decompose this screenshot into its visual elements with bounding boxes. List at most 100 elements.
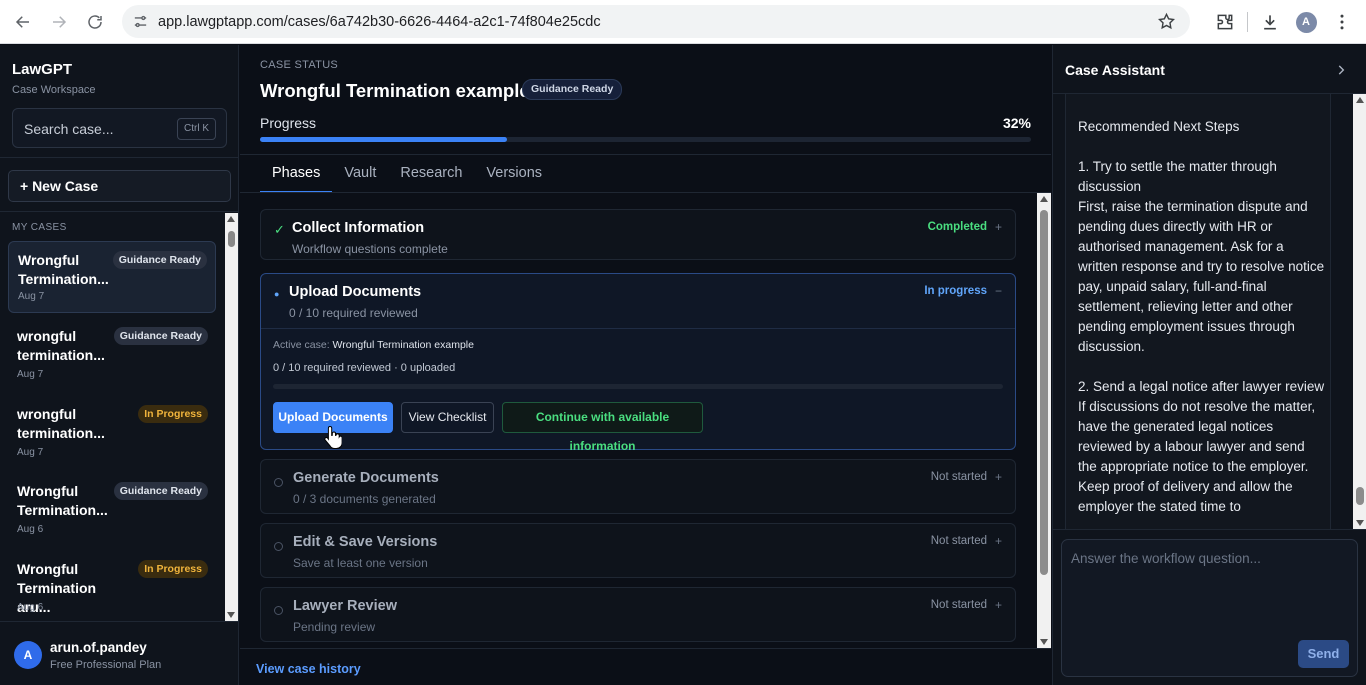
- phase-edit-save-versions[interactable]: Edit & Save Versions Save at least one v…: [260, 523, 1016, 578]
- profile-avatar: A: [1295, 11, 1317, 33]
- hand-cursor-icon: [324, 425, 342, 449]
- user-profile[interactable]: A arun.of.pandey Free Professional Plan: [0, 621, 238, 685]
- address-bar[interactable]: app.lawgptapp.com/cases/6a742b30-6626-44…: [122, 5, 1190, 38]
- progress-fill: [260, 137, 507, 142]
- case-status-badge: Guidance Ready: [112, 251, 207, 269]
- download-icon[interactable]: [1252, 4, 1288, 40]
- in-progress-dot-icon: ●: [274, 289, 280, 299]
- answer-input[interactable]: Answer the workflow question... Send: [1061, 539, 1358, 677]
- assistant-message: Recommended Next Steps 1. Try to settle …: [1078, 119, 1325, 514]
- case-list-scrollbar[interactable]: [225, 213, 238, 621]
- collapse-icon[interactable]: −: [995, 284, 1002, 298]
- phase-generate-documents[interactable]: Generate Documents 0 / 3 documents gener…: [260, 459, 1016, 514]
- case-item[interactable]: wrongful termination... Guidance Ready A…: [8, 318, 216, 390]
- case-item[interactable]: Wrongful Termination... Guidance Ready A…: [8, 241, 216, 313]
- tab-versions[interactable]: Versions: [474, 155, 554, 193]
- user-plan: Free Professional Plan: [50, 659, 162, 671]
- main-scrollbar[interactable]: [1037, 193, 1051, 648]
- phase-status: Not started: [930, 535, 987, 547]
- expand-icon[interactable]: +: [995, 470, 1002, 484]
- progress-percent: 32%: [1002, 115, 1031, 131]
- tab-bar: Phases Vault Research Versions: [260, 155, 554, 193]
- phase-list: ✓ Collect Information Workflow questions…: [240, 193, 1038, 648]
- extensions-icon[interactable]: [1207, 4, 1243, 40]
- menu-kebab-icon[interactable]: [1324, 4, 1360, 40]
- phase-upload-documents[interactable]: ● Upload Documents 0 / 10 required revie…: [260, 273, 1016, 453]
- case-date: Aug 7: [18, 291, 45, 302]
- search-shortcut-hint: Ctrl K: [177, 118, 216, 140]
- active-case-name: Wrongful Termination example: [332, 339, 474, 351]
- bookmark-star-icon[interactable]: [1157, 12, 1176, 31]
- main-panel: CASE STATUS Wrongful Termination example…: [240, 45, 1051, 685]
- not-started-circle-icon: [274, 475, 283, 490]
- my-cases-heading: MY CASES: [12, 222, 67, 233]
- case-date: Aug 6: [17, 524, 44, 535]
- phase-status: Not started: [930, 471, 987, 483]
- progress-label: Progress: [260, 115, 317, 131]
- assistant-title: Case Assistant: [1065, 62, 1165, 78]
- divider: [240, 648, 1051, 649]
- view-checklist-button[interactable]: View Checklist: [401, 402, 494, 433]
- case-list: Wrongful Termination... Guidance Ready A…: [8, 241, 224, 621]
- search-placeholder: Search case...: [24, 121, 114, 137]
- scroll-up-icon[interactable]: [1356, 97, 1364, 103]
- case-title: Wrongful Termination...: [17, 483, 108, 518]
- brand-name: LawGPT: [12, 61, 73, 78]
- phase-title: Collect Information: [292, 220, 425, 236]
- case-item[interactable]: Wrongful Termination... Guidance Ready A…: [8, 473, 216, 545]
- sidebar: LawGPT Case Workspace Search case... Ctr…: [0, 45, 239, 685]
- divider: [0, 157, 238, 158]
- tab-vault[interactable]: Vault: [332, 155, 388, 193]
- status-badge: Guidance Ready: [522, 79, 623, 100]
- scroll-thumb[interactable]: [1356, 487, 1364, 505]
- forward-icon[interactable]: [43, 6, 75, 38]
- phase-status: In progress: [924, 285, 987, 297]
- expand-icon[interactable]: +: [995, 534, 1002, 548]
- send-button[interactable]: Send: [1298, 640, 1349, 668]
- url-text: app.lawgptapp.com/cases/6a742b30-6626-44…: [158, 13, 601, 30]
- page-title: Wrongful Termination example: [260, 80, 530, 101]
- phase-lawyer-review[interactable]: Lawyer Review Pending review Not started…: [260, 587, 1016, 642]
- scroll-down-icon[interactable]: [1040, 639, 1048, 645]
- tab-phases[interactable]: Phases: [260, 155, 333, 193]
- expand-icon[interactable]: +: [995, 220, 1002, 234]
- scroll-down-icon[interactable]: [227, 612, 235, 618]
- scroll-up-icon[interactable]: [227, 216, 235, 222]
- phase-title: Upload Documents: [289, 284, 422, 300]
- case-status-badge: In Progress: [138, 560, 208, 578]
- case-date: Aug 6: [17, 602, 44, 613]
- search-input[interactable]: Search case... Ctrl K: [12, 108, 227, 148]
- scroll-down-icon[interactable]: [1356, 520, 1364, 526]
- browser-toolbar: app.lawgptapp.com/cases/6a742b30-6626-44…: [0, 0, 1366, 44]
- assistant-scrollbar[interactable]: [1353, 94, 1366, 529]
- view-case-history-link[interactable]: View case history: [256, 662, 361, 676]
- case-date: Aug 7: [17, 369, 44, 380]
- case-date: Aug 7: [17, 447, 44, 458]
- phase-subtitle: Pending review: [293, 620, 376, 634]
- case-assistant-panel: Case Assistant Recommended Next Steps 1.…: [1052, 45, 1366, 685]
- chevron-right-icon[interactable]: [1334, 63, 1348, 77]
- toolbar-divider: [1247, 12, 1248, 32]
- scroll-up-icon[interactable]: [1040, 196, 1048, 202]
- continue-button[interactable]: Continue with available information: [502, 402, 703, 453]
- active-case-line: Active case: Wrongful Termination exampl…: [273, 339, 474, 351]
- scroll-thumb[interactable]: [228, 231, 235, 247]
- tab-research[interactable]: Research: [388, 155, 474, 193]
- site-settings-icon[interactable]: [132, 13, 149, 30]
- new-case-button[interactable]: + New Case: [8, 170, 231, 202]
- check-icon: ✓: [274, 222, 285, 237]
- reload-icon[interactable]: [79, 6, 111, 38]
- not-started-circle-icon: [274, 539, 283, 554]
- phase-title: Edit & Save Versions: [293, 534, 438, 550]
- phase-status: Completed: [927, 221, 987, 233]
- back-icon[interactable]: [7, 6, 39, 38]
- expand-icon[interactable]: +: [995, 598, 1002, 612]
- divider: [0, 211, 238, 212]
- case-item[interactable]: wrongful termination... In Progress Aug …: [8, 396, 216, 468]
- user-name: arun.of.pandey: [50, 640, 147, 655]
- case-status-badge: Guidance Ready: [113, 327, 208, 345]
- profile-button[interactable]: A: [1288, 4, 1324, 40]
- phase-collect-information[interactable]: ✓ Collect Information Workflow questions…: [260, 209, 1016, 260]
- scroll-thumb[interactable]: [1040, 210, 1048, 575]
- case-item[interactable]: Wrongful Termination aru... In Progress …: [8, 551, 216, 621]
